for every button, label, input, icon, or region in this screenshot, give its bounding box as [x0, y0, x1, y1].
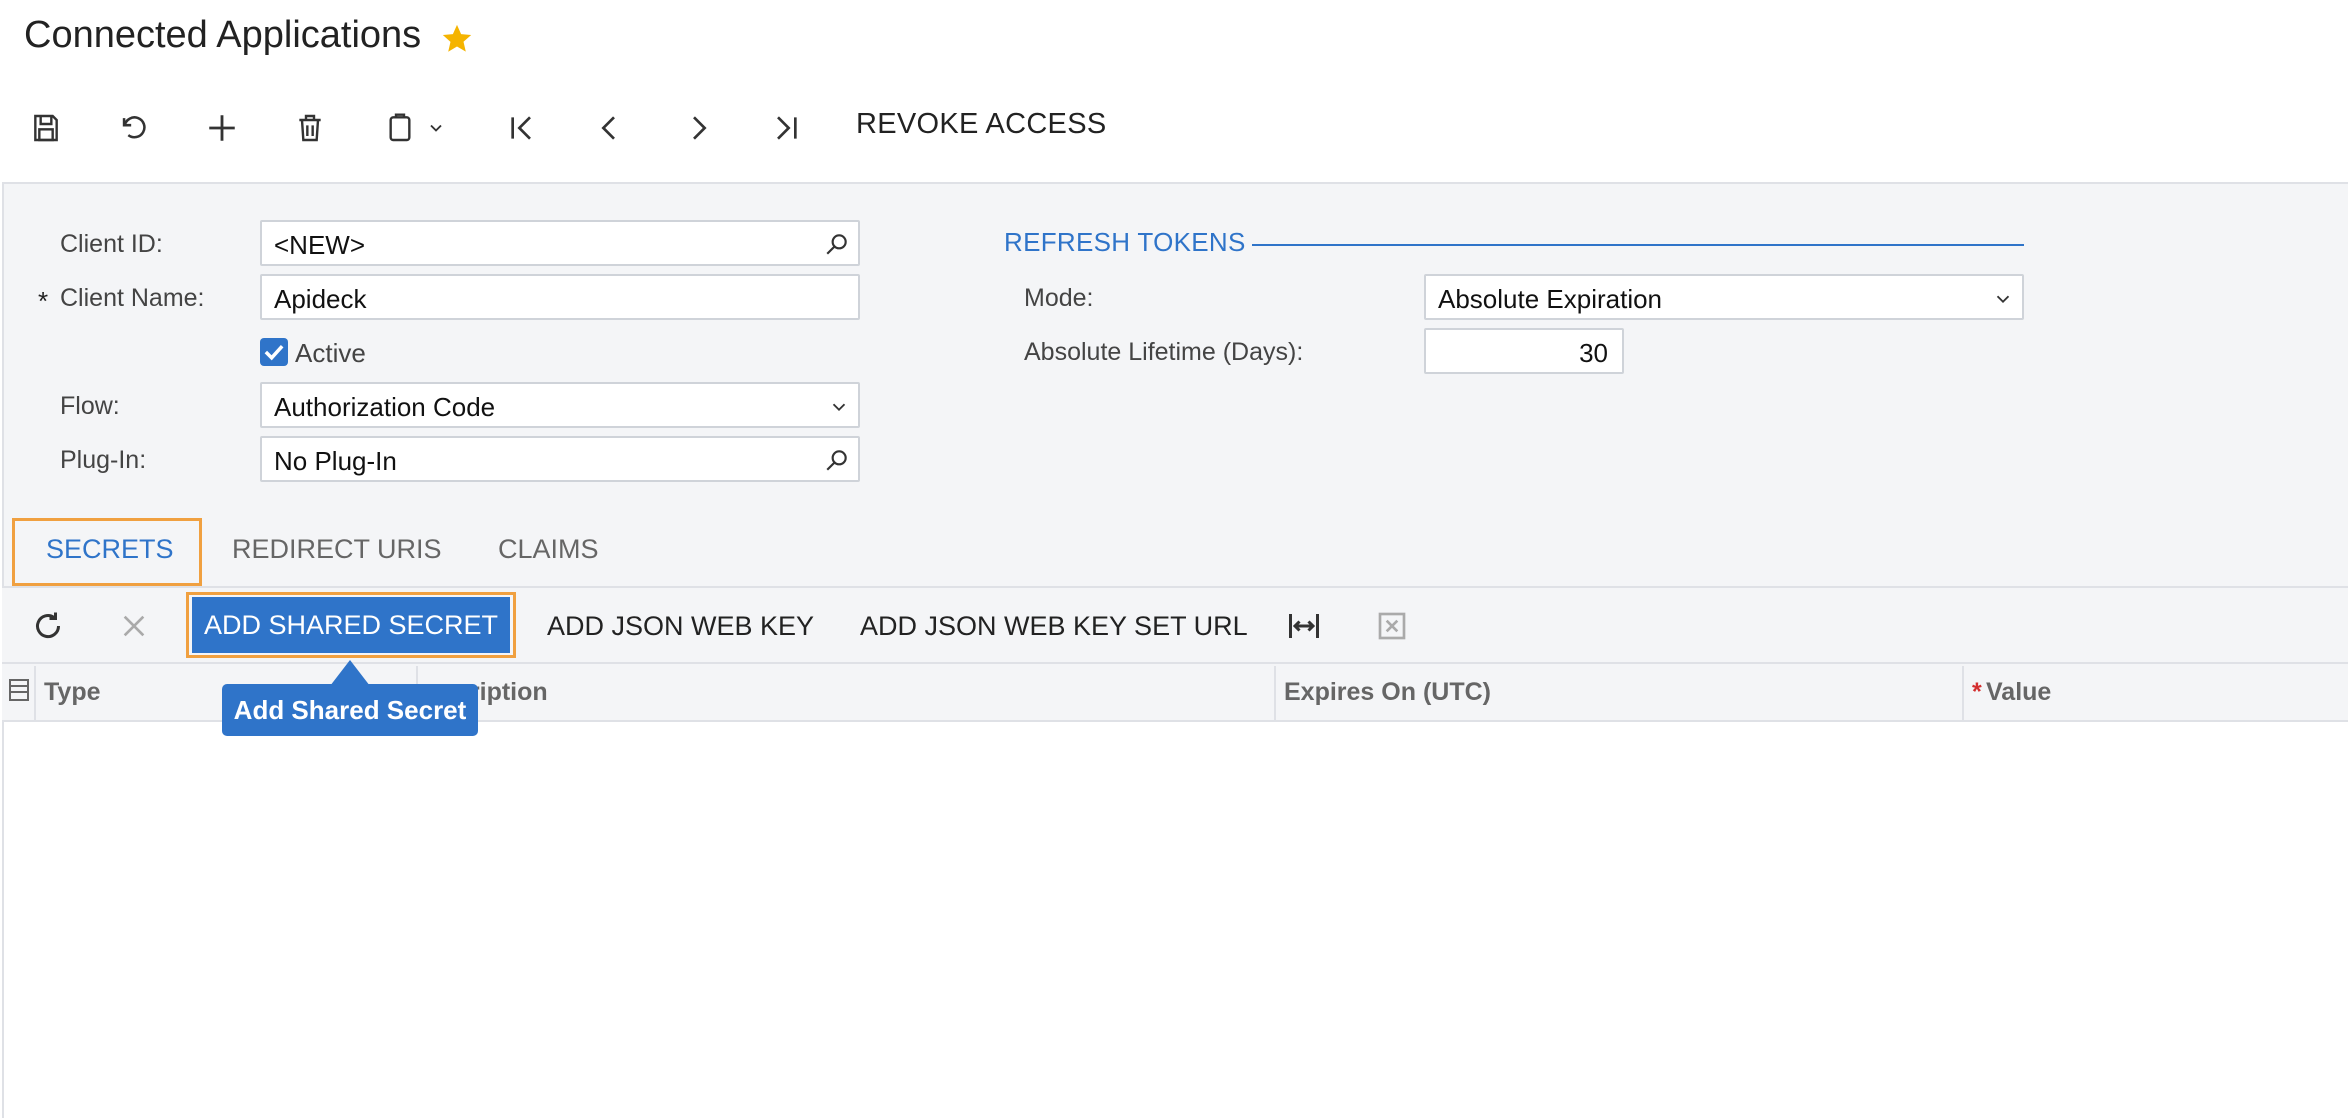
column-value[interactable]: Value: [1986, 678, 2051, 707]
fit-columns-icon[interactable]: [1286, 608, 1322, 644]
client-id-value: <NEW>: [274, 230, 366, 260]
refresh-tokens-heading: REFRESH TOKENS: [1004, 227, 1246, 257]
search-icon[interactable]: [824, 447, 850, 473]
flow-value: Authorization Code: [274, 392, 496, 422]
column-expires-on[interactable]: Expires On (UTC): [1284, 678, 1491, 707]
add-shared-secret-button[interactable]: ADD SHARED SECRET: [192, 597, 510, 653]
undo-icon[interactable]: [106, 100, 162, 156]
mode-select[interactable]: Absolute Expiration: [1424, 274, 2024, 320]
tab-claims[interactable]: CLAIMS: [498, 534, 599, 565]
absolute-lifetime-field[interactable]: 30: [1424, 328, 1624, 374]
tab-redirect-uris[interactable]: REDIRECT URIS: [232, 534, 442, 565]
column-divider: [1962, 666, 1964, 722]
search-icon[interactable]: [824, 231, 850, 257]
client-name-value: Apideck: [274, 284, 367, 314]
client-name-field[interactable]: Apideck: [260, 274, 860, 320]
grid-body: [2, 722, 2348, 1118]
plugin-field[interactable]: No Plug-In: [260, 436, 860, 482]
required-mark: *: [1972, 678, 1982, 706]
mode-label: Mode:: [1024, 284, 1094, 312]
star-icon[interactable]: [440, 22, 474, 56]
excel-export-icon[interactable]: [1376, 610, 1408, 642]
column-config-icon[interactable]: [8, 678, 30, 702]
chevron-down-icon: [430, 124, 442, 132]
absolute-lifetime-value: 30: [1579, 338, 1608, 368]
previous-record-icon[interactable]: [582, 100, 638, 156]
last-record-icon[interactable]: [758, 100, 814, 156]
column-divider: [1274, 666, 1276, 722]
add-json-web-key-set-url-button[interactable]: ADD JSON WEB KEY SET URL: [860, 611, 1248, 642]
client-id-label: Client ID:: [60, 230, 163, 258]
save-icon[interactable]: [18, 100, 74, 156]
client-id-field[interactable]: <NEW>: [260, 220, 860, 266]
refresh-icon[interactable]: [30, 608, 66, 644]
add-json-web-key-button[interactable]: ADD JSON WEB KEY: [547, 611, 814, 642]
section-divider: [1252, 244, 2024, 246]
copy-paste-icon[interactable]: [370, 100, 460, 156]
chevron-down-icon[interactable]: [1992, 288, 2014, 310]
delete-icon[interactable]: [282, 100, 338, 156]
plugin-label: Plug-In:: [60, 446, 147, 474]
plugin-value: No Plug-In: [274, 446, 397, 476]
chevron-down-icon[interactable]: [828, 396, 850, 418]
required-mark: *: [38, 286, 49, 316]
column-divider: [34, 666, 36, 722]
tooltip-arrow: [330, 660, 370, 686]
active-label: Active: [295, 338, 366, 368]
tooltip: Add Shared Secret: [222, 684, 478, 736]
active-checkbox[interactable]: [260, 338, 288, 366]
revoke-access-button[interactable]: REVOKE ACCESS: [856, 108, 1107, 141]
add-icon[interactable]: [194, 100, 250, 156]
cancel-icon[interactable]: [118, 610, 150, 642]
flow-label: Flow:: [60, 392, 120, 420]
tab-secrets[interactable]: SECRETS: [46, 534, 174, 565]
first-record-icon[interactable]: [494, 100, 550, 156]
client-name-label: Client Name:: [60, 284, 205, 312]
page-title: Connected Applications: [24, 14, 422, 56]
flow-select[interactable]: Authorization Code: [260, 382, 860, 428]
absolute-lifetime-label: Absolute Lifetime (Days):: [1024, 338, 1304, 366]
mode-value: Absolute Expiration: [1438, 284, 1663, 314]
check-icon: [264, 344, 284, 361]
column-type[interactable]: Type: [44, 678, 101, 707]
next-record-icon[interactable]: [670, 100, 726, 156]
